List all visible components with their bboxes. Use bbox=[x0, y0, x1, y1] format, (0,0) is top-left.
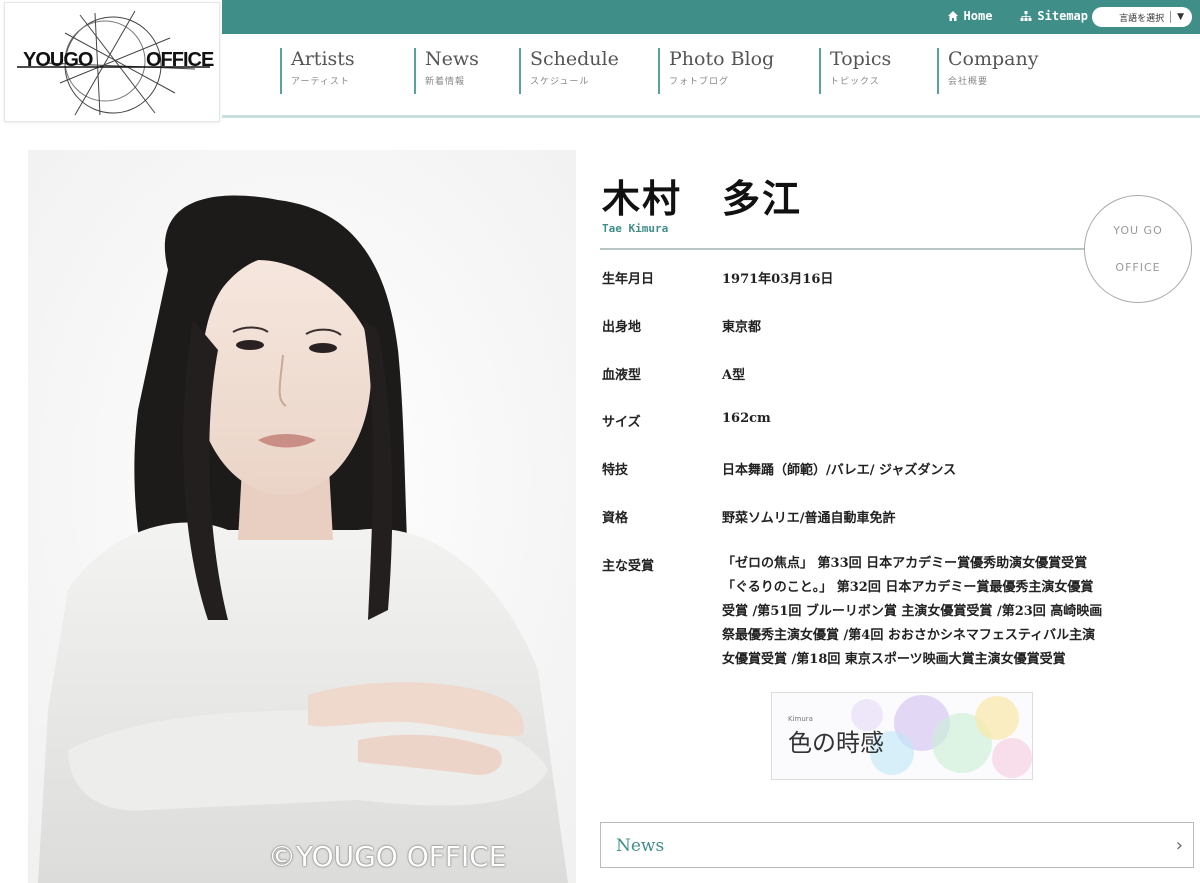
language-select[interactable]: 言語を選択 ▼ bbox=[1092, 7, 1192, 27]
sitemap-link[interactable]: Sitemap bbox=[1020, 9, 1088, 23]
nav-divider bbox=[222, 115, 1200, 118]
artist-name: 木村 多江 bbox=[602, 176, 803, 221]
profile-row-birthdate: 生年月日 1971年03月16日 bbox=[602, 268, 833, 287]
nav-item-photo-blog[interactable]: Photo Blog フォトブログ bbox=[658, 48, 819, 94]
nav-item-sublabel: 会社概要 bbox=[948, 77, 989, 87]
chevron-right-icon: › bbox=[1175, 835, 1183, 856]
awards-line: 「ぐるりのこと。」 第32回 日本アカデミー賞最優秀主演女優賞 bbox=[722, 580, 1094, 595]
profile-label: 生年月日 bbox=[602, 272, 655, 287]
awards-list: 「ゼロの焦点」 第33回 日本アカデミー賞優秀助演女優賞受賞 「ぐるりのこと。」… bbox=[722, 552, 1194, 672]
logo-text-right: OFFICE bbox=[146, 49, 214, 71]
home-icon bbox=[947, 11, 958, 21]
profile-row-blood-type: 血液型 A型 bbox=[602, 364, 745, 383]
artist-portrait-image bbox=[28, 150, 576, 883]
nav-item-label: Schedule bbox=[530, 48, 619, 70]
awards-line: 受賞 /第51回 ブルーリボン賞 主演女優賞受賞 /第23回 高崎映画 bbox=[722, 604, 1103, 619]
profile-row-skills: 特技 日本舞踊（師範）/バレエ/ ジャズダンス bbox=[602, 459, 956, 478]
nav-item-label: Photo Blog bbox=[669, 48, 775, 70]
profile-label: 血液型 bbox=[602, 368, 642, 383]
profile-label: 資格 bbox=[602, 511, 629, 526]
profile-row-qualifications: 資格 野菜ソムリエ/普通自動車免許 bbox=[602, 507, 896, 526]
chevron-down-icon: ▼ bbox=[1177, 12, 1184, 22]
office-badge: YOU GO OFFICE bbox=[1084, 195, 1192, 303]
nav-item-schedule[interactable]: Schedule スケジュール bbox=[519, 48, 658, 94]
home-link[interactable]: Home bbox=[947, 9, 993, 23]
news-link[interactable]: News › bbox=[600, 822, 1194, 868]
profile-value: 野菜ソムリエ/普通自動車免許 bbox=[722, 511, 896, 526]
profile-value: A型 bbox=[722, 368, 746, 383]
news-link-label: News bbox=[616, 836, 665, 856]
home-link-label: Home bbox=[963, 9, 993, 23]
profile-value: 東京都 bbox=[722, 320, 762, 335]
awards-line: 「ゼロの焦点」 第33回 日本アカデミー賞優秀助演女優賞受賞 bbox=[722, 556, 1088, 571]
nav-item-sublabel: トピックス bbox=[830, 77, 880, 87]
sitemap-link-label: Sitemap bbox=[1037, 9, 1088, 23]
profile-row-birthplace: 出身地 東京都 bbox=[602, 316, 761, 335]
nav-item-sublabel: 新着情報 bbox=[425, 77, 466, 87]
profile-label: サイズ bbox=[602, 415, 641, 430]
profile-value: 1971年03月16日 bbox=[722, 272, 834, 287]
office-badge-line2: OFFICE bbox=[1115, 261, 1161, 274]
awards-line: 女優賞受賞 /第18回 東京スポーツ映画大賞主演女優賞受賞 bbox=[722, 652, 1066, 667]
nav-item-news[interactable]: News 新着情報 bbox=[414, 48, 519, 94]
banner-small-text: Kimura bbox=[788, 715, 813, 723]
sitemap-icon bbox=[1020, 11, 1032, 21]
profile-row-size: サイズ 162cm bbox=[602, 411, 771, 430]
awards-line: 祭最優秀主演女優賞 /第4回 おおさかシネマフェスティバル主演 bbox=[722, 628, 1096, 643]
nav-item-label: Artists bbox=[291, 48, 355, 70]
nav-item-label: Topics bbox=[830, 48, 892, 70]
artist-photo bbox=[28, 150, 576, 883]
top-links: Home Sitemap bbox=[947, 9, 1088, 23]
site-logo[interactable]: YOUGO OFFICE bbox=[4, 2, 220, 122]
book-banner[interactable]: Kimura 色の時感 bbox=[771, 692, 1033, 780]
language-select-value: 言語を選択 bbox=[1119, 13, 1165, 24]
profile-value: 日本舞踊（師範）/バレエ/ ジャズダンス bbox=[722, 463, 957, 478]
nav-item-sublabel: アーティスト bbox=[291, 77, 350, 87]
artist-name-romaji: Tae Kimura bbox=[602, 222, 669, 235]
top-bar: Home Sitemap 言語を選択 ▼ bbox=[222, 0, 1200, 34]
nav-item-sublabel: フォトブログ bbox=[669, 77, 730, 87]
profile-label: 出身地 bbox=[602, 320, 642, 335]
nav-item-topics[interactable]: Topics トピックス bbox=[819, 48, 937, 94]
nav-item-sublabel: スケジュール bbox=[530, 77, 590, 87]
profile-label: 主な受賞 bbox=[602, 559, 655, 574]
office-badge-line1: YOU GO bbox=[1113, 224, 1163, 237]
nav-item-label: Company bbox=[948, 48, 1039, 70]
main-nav: Artists アーティスト News 新着情報 Schedule スケジュール… bbox=[280, 48, 1047, 94]
language-select-divider bbox=[1170, 11, 1172, 23]
nav-item-artists[interactable]: Artists アーティスト bbox=[280, 48, 414, 94]
nav-item-label: News bbox=[425, 48, 479, 70]
profile-row-awards-label: 主な受賞 bbox=[602, 555, 722, 574]
nav-item-company[interactable]: Company 会社概要 bbox=[937, 48, 1047, 94]
profile-label: 特技 bbox=[602, 463, 629, 478]
profile-value: 162cm bbox=[722, 411, 771, 426]
banner-title: 色の時感 bbox=[788, 729, 884, 757]
logo-text-left: YOUGO bbox=[23, 49, 93, 71]
photo-copyright: ©YOUGO OFFICE bbox=[268, 840, 507, 873]
